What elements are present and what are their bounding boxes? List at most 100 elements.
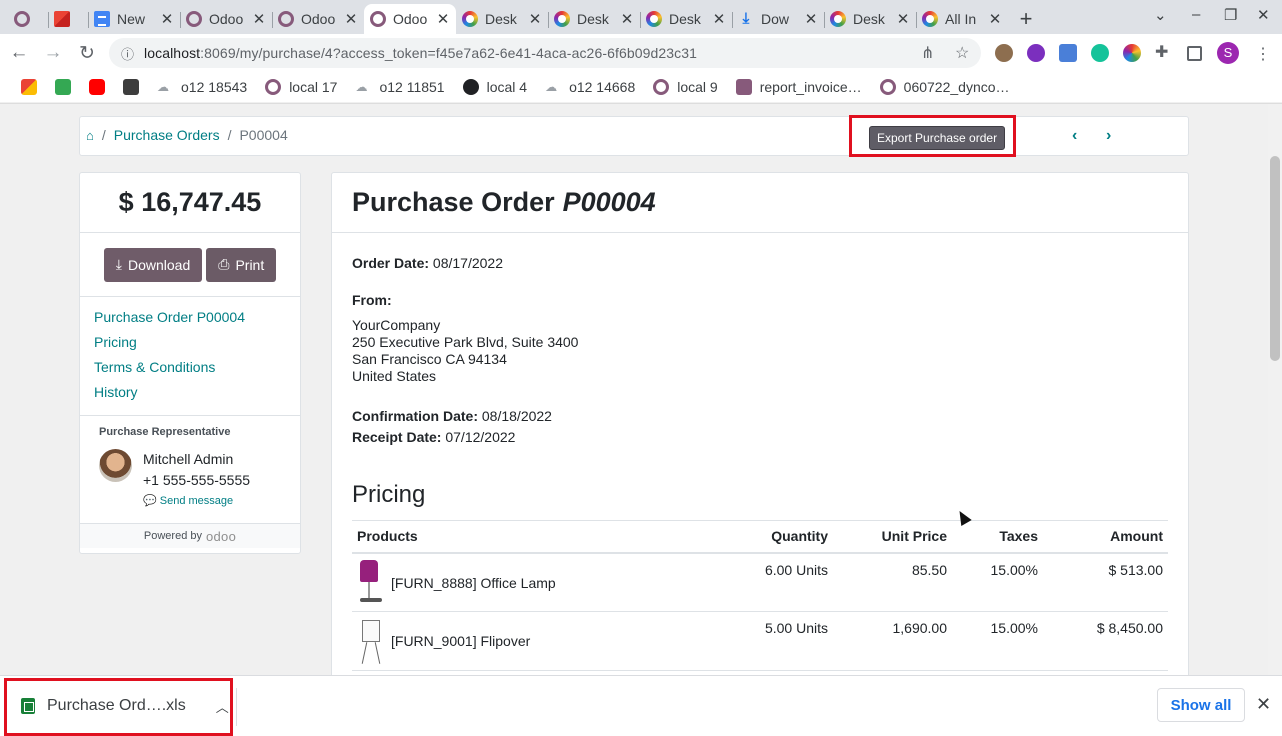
bookmark-item[interactable]: [46, 79, 80, 95]
close-download-bar-icon[interactable]: ✕: [1256, 694, 1271, 715]
close-tab-icon[interactable]: ✕: [620, 10, 634, 28]
restore-icon[interactable]: ❐: [1224, 6, 1237, 24]
address-line1: 250 Executive Park Blvd, Suite 3400: [352, 334, 579, 350]
tab-search-icon[interactable]: ⌄: [1154, 6, 1167, 24]
print-button[interactable]: ⎙ Print: [206, 247, 277, 282]
bookmark-item[interactable]: ☁ o12 14668: [536, 79, 644, 95]
confirmation-date-label: Confirmation Date:: [352, 408, 478, 424]
chevron-up-icon[interactable]: ︿: [216, 697, 229, 716]
side-panel-icon[interactable]: [1187, 46, 1202, 61]
close-tab-icon[interactable]: ✕: [528, 10, 542, 28]
tab-label: Odoo: [209, 11, 244, 27]
bookmark-item[interactable]: local 4: [454, 79, 536, 95]
close-tab-icon[interactable]: ✕: [896, 10, 910, 28]
globe-icon: [462, 79, 479, 95]
browser-tab[interactable]: New ✕: [88, 4, 180, 34]
close-tab-icon[interactable]: ✕: [436, 10, 450, 28]
minimize-icon[interactable]: –: [1192, 6, 1200, 23]
powered-by-label: Powered by: [143, 530, 202, 542]
show-all-button[interactable]: Show all: [1157, 688, 1245, 722]
browser-tab[interactable]: [8, 4, 48, 34]
bookmark-item[interactable]: local 9: [644, 79, 726, 95]
address-bar[interactable]: ⓘ localhost:8069/my/purchase/4?access_to…: [109, 38, 981, 68]
browser-toolbar: ← → ↻ ⓘ localhost:8069/my/purchase/4?acc…: [0, 34, 1282, 72]
home-icon[interactable]: ⌂: [86, 128, 94, 143]
title-prefix: Purchase Order: [352, 187, 555, 217]
divider: [236, 688, 237, 726]
send-message-link[interactable]: 💬 Send message: [143, 494, 233, 507]
site-info-icon[interactable]: ⓘ: [121, 44, 134, 63]
close-tab-icon[interactable]: ✕: [344, 10, 358, 28]
color-extension-icon[interactable]: [1123, 44, 1141, 62]
page-scrollbar[interactable]: [1268, 104, 1282, 675]
cloud-icon: ☁: [157, 80, 169, 94]
back-button[interactable]: ←: [4, 38, 34, 68]
close-tab-icon[interactable]: ✕: [712, 10, 726, 28]
browser-tab[interactable]: Desk ✕: [548, 4, 640, 34]
purchase-representative: Purchase Representative Mitchell Admin +…: [80, 416, 300, 524]
bookmark-item[interactable]: ☁ o12 11851: [346, 79, 453, 95]
browser-tab[interactable]: All In ✕: [916, 4, 1008, 34]
browser-tab[interactable]: ⤓ Dow ✕: [732, 4, 824, 34]
bookmark-label: o12 11851: [379, 79, 445, 95]
w-extension-icon[interactable]: [1027, 44, 1045, 62]
bookmark-item[interactable]: [12, 79, 46, 95]
browser-tab[interactable]: Desk ✕: [640, 4, 732, 34]
line-quantity: 6.00 Units: [732, 552, 833, 612]
bookmark-item[interactable]: [114, 79, 148, 95]
bookmark-item[interactable]: [80, 79, 114, 95]
browser-menu-icon[interactable]: ⋮: [1255, 44, 1271, 64]
line-taxes: 15.00%: [952, 552, 1043, 612]
new-tab-button[interactable]: +: [1008, 4, 1044, 34]
bookmark-item[interactable]: ☁ o12 18543: [148, 79, 256, 95]
download-button[interactable]: ⤓ Download: [103, 247, 203, 282]
breadcrumb-purchase-orders[interactable]: Purchase Orders: [114, 127, 220, 143]
bookmark-item[interactable]: 060722_dynco…: [871, 79, 1019, 95]
profile-avatar[interactable]: S: [1217, 42, 1239, 64]
rep-phone: +1 555-555-5555: [143, 472, 251, 488]
close-tab-icon[interactable]: ✕: [804, 10, 818, 28]
share-icon[interactable]: ⋔: [921, 43, 934, 63]
toc-terms[interactable]: Terms & Conditions: [94, 355, 286, 380]
title-reference: P00004: [562, 187, 656, 217]
toc-purchase-order[interactable]: Purchase Order P00004: [94, 305, 286, 330]
toc-pricing[interactable]: Pricing: [94, 330, 286, 355]
close-tab-icon[interactable]: ✕: [988, 10, 1002, 28]
translate-extension-icon[interactable]: [1059, 44, 1077, 62]
forward-button[interactable]: →: [38, 38, 68, 68]
receipt-date: 07/12/2022: [445, 429, 516, 445]
product-name: [FURN_9001] Flipover: [391, 633, 531, 649]
odoo-icon: [186, 11, 202, 27]
download-item[interactable]: Purchase Ord….xls ︿: [11, 686, 231, 726]
tab-label: Odoo: [393, 11, 428, 27]
reload-button[interactable]: ↻: [72, 38, 102, 68]
browser-tab[interactable]: [48, 4, 88, 34]
scrollbar-thumb[interactable]: [1270, 156, 1280, 361]
browser-tab[interactable]: Odoo ✕: [364, 4, 456, 34]
export-purchase-order-button[interactable]: Export Purchase order: [869, 126, 1006, 150]
browser-tab[interactable]: Desk ✕: [824, 4, 916, 34]
close-tab-icon[interactable]: ✕: [160, 10, 174, 28]
bookmark-item[interactable]: local 17: [256, 79, 346, 95]
download-label: Download: [127, 256, 191, 273]
youtube-icon: [89, 79, 105, 95]
grammarly-extension-icon[interactable]: [1091, 44, 1109, 62]
browser-tab[interactable]: Desk ✕: [456, 4, 548, 34]
bookmark-item[interactable]: report_invoice…: [727, 79, 871, 95]
bookmark-star-icon[interactable]: ☆: [955, 43, 969, 63]
close-window-icon[interactable]: ✕: [1257, 6, 1270, 24]
browser-tab[interactable]: Odoo ✕: [180, 4, 272, 34]
close-tab-icon[interactable]: ✕: [252, 10, 266, 28]
spreadsheet-icon: [21, 698, 35, 714]
previous-record-icon[interactable]: ‹: [1072, 127, 1077, 145]
odoo-logo[interactable]: odoo: [206, 529, 236, 544]
browser-tab[interactable]: Odoo ✕: [272, 4, 364, 34]
monkey-extension-icon[interactable]: [995, 44, 1013, 62]
url-text: localhost:8069/my/purchase/4?access_toke…: [144, 45, 698, 61]
extensions-puzzle-icon[interactable]: ✚: [1155, 42, 1173, 61]
b-icon: [123, 79, 139, 95]
toc-history[interactable]: History: [94, 380, 286, 405]
browser-tab-bar: New ✕ Odoo ✕ Odoo ✕ Odoo ✕ Desk ✕ Desk ✕ Desk ✕ ⤓ Dow ✕ D…: [0, 0, 1282, 34]
download-filename: Purchase Ord….xls: [47, 697, 186, 714]
next-record-icon[interactable]: ›: [1106, 127, 1111, 145]
